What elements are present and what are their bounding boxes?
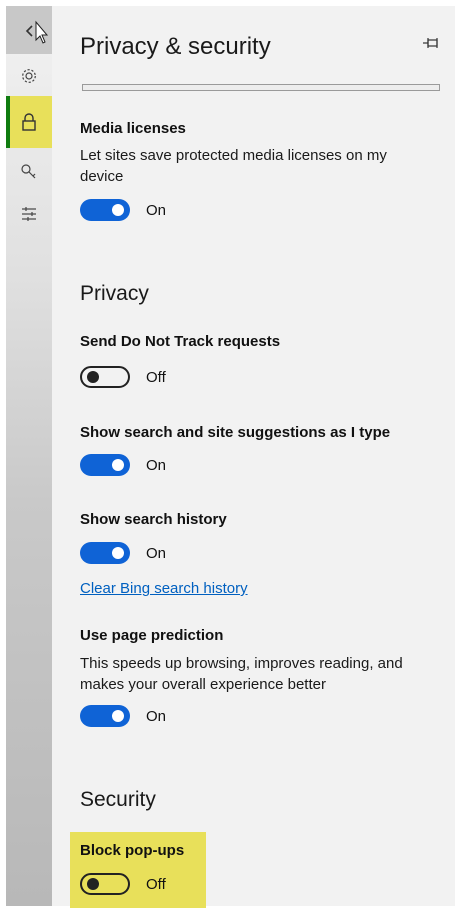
rail-item-privacy-security[interactable]: [6, 96, 52, 148]
search-suggestions-state: On: [146, 456, 167, 474]
rail-item-general[interactable]: [6, 56, 52, 96]
page-prediction-description: This speeds up browsing, improves readin…: [80, 655, 403, 693]
privacy-heading: Privacy: [80, 282, 149, 305]
search-history-label: Show search history: [80, 511, 227, 528]
block-popups-toggle[interactable]: [80, 873, 130, 895]
page-prediction-toggle-row[interactable]: On: [80, 704, 166, 728]
toggle-knob: [87, 878, 99, 890]
toggle-knob: [112, 204, 124, 216]
do-not-track-toggle[interactable]: [80, 366, 130, 388]
back-button[interactable]: [6, 6, 52, 54]
lock-icon: [22, 113, 36, 131]
settings-nav-rail: [6, 6, 52, 906]
media-licenses-label: Media licenses: [80, 120, 186, 137]
progress-bar: [82, 84, 440, 91]
sliders-icon: [22, 207, 36, 221]
pin-button[interactable]: [422, 36, 440, 54]
page-prediction-state: On: [146, 707, 167, 725]
search-history-state: On: [146, 544, 167, 562]
block-popups-toggle-row[interactable]: Off: [80, 872, 166, 896]
search-history-toggle[interactable]: [80, 542, 130, 564]
toggle-knob: [112, 459, 124, 471]
privacy-security-panel: Privacy & security Media licenses Let si…: [52, 6, 455, 908]
media-licenses-description: Let sites save protected media licenses …: [80, 147, 387, 185]
clear-bing-history-link[interactable]: Clear Bing search history: [80, 580, 248, 597]
do-not-track-label: Send Do Not Track requests: [80, 333, 281, 350]
security-heading: Security: [80, 788, 156, 811]
search-suggestions-toggle-row[interactable]: On: [80, 453, 166, 477]
do-not-track-state: Off: [146, 368, 166, 386]
media-licenses-toggle[interactable]: [80, 199, 130, 221]
back-chevron-icon: [25, 20, 49, 44]
page-prediction-toggle[interactable]: [80, 705, 130, 727]
pin-icon: [423, 38, 438, 48]
toggle-knob: [87, 371, 99, 383]
toggle-knob: [112, 547, 124, 559]
search-suggestions-label: Show search and site suggestions as I ty…: [80, 424, 391, 441]
do-not-track-toggle-row[interactable]: Off: [80, 365, 166, 389]
media-licenses-toggle-row[interactable]: On: [80, 198, 166, 222]
settings-window: Privacy & security Media licenses Let si…: [0, 0, 461, 912]
page-title: Privacy & security: [80, 33, 271, 60]
rail-item-passwords[interactable]: [6, 152, 52, 192]
search-suggestions-toggle[interactable]: [80, 454, 130, 476]
rail-item-advanced[interactable]: [6, 194, 52, 234]
block-popups-label: Block pop-ups: [80, 842, 185, 859]
search-history-toggle-row[interactable]: On: [80, 541, 166, 565]
key-icon: [21, 164, 36, 179]
toggle-knob: [112, 710, 124, 722]
media-licenses-state: On: [146, 201, 167, 219]
page-prediction-label: Use page prediction: [80, 627, 224, 644]
block-popups-state: Off: [146, 875, 166, 893]
gear-icon: [22, 69, 36, 83]
